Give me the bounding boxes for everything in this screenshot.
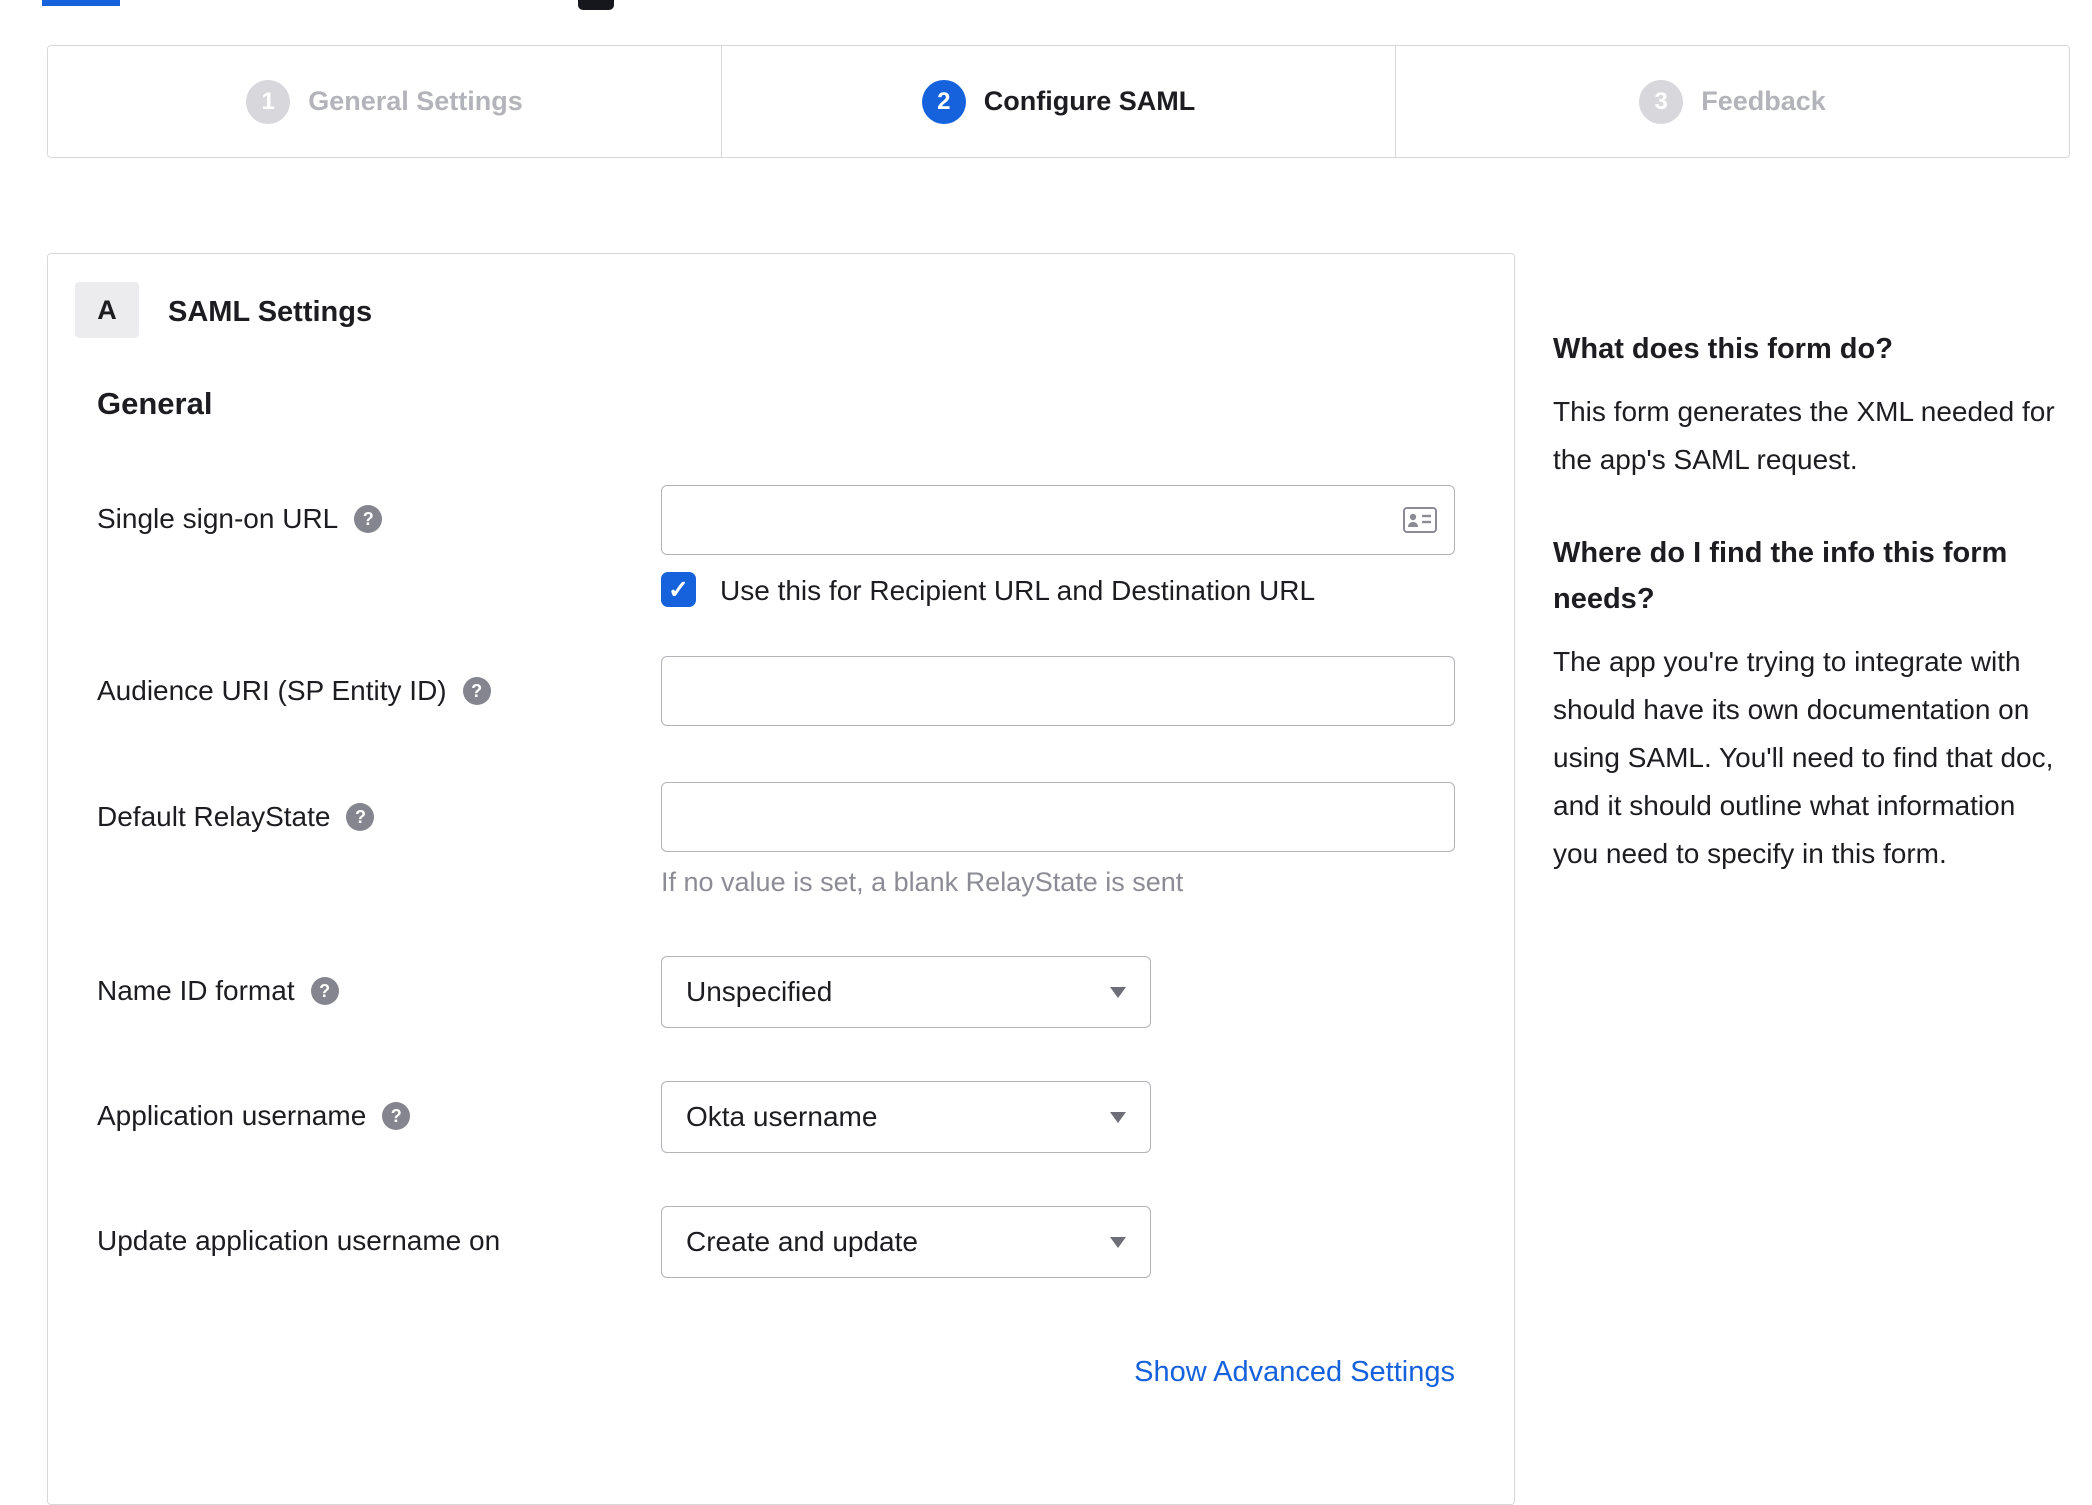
sidebar-body-what: This form generates the XML needed for t… bbox=[1553, 396, 2055, 475]
name-id-format-value: Unspecified bbox=[686, 976, 833, 1007]
chevron-down-icon bbox=[1110, 987, 1126, 998]
sidebar-heading-what: What does this form do? bbox=[1553, 333, 1893, 365]
name-id-format-label: Name ID format ? bbox=[97, 975, 339, 1007]
recipient-url-checkbox-label[interactable]: Use this for Recipient URL and Destinati… bbox=[720, 575, 1315, 607]
saml-settings-panel: A SAML Settings General Single sign-on U… bbox=[47, 253, 1515, 1505]
update-username-label: Update application username on bbox=[97, 1225, 500, 1257]
panel-title: SAML Settings bbox=[168, 296, 373, 328]
relay-state-hint: If no value is set, a blank RelayState i… bbox=[661, 867, 1184, 897]
audience-uri-input[interactable] bbox=[661, 656, 1455, 726]
update-username-value: Create and update bbox=[686, 1226, 918, 1257]
cropped-header-fragment bbox=[578, 0, 614, 10]
show-advanced-settings-link[interactable]: Show Advanced Settings bbox=[1134, 1356, 1455, 1389]
cropped-header-fragment bbox=[42, 0, 120, 6]
audience-uri-label-text: Audience URI (SP Entity ID) bbox=[97, 675, 447, 706]
help-sidebar: What does this form do? This form genera… bbox=[1553, 326, 2058, 924]
name-id-format-label-text: Name ID format bbox=[97, 975, 295, 1006]
sso-url-input-wrap bbox=[661, 485, 1455, 555]
general-section-title: General bbox=[97, 386, 213, 421]
sso-url-label-text: Single sign-on URL bbox=[97, 503, 339, 534]
step-number-badge: 2 bbox=[921, 79, 966, 124]
application-username-label: Application username ? bbox=[97, 1100, 411, 1132]
help-icon[interactable]: ? bbox=[310, 977, 339, 1005]
chevron-down-icon bbox=[1110, 1112, 1126, 1123]
relay-state-input[interactable] bbox=[661, 782, 1455, 852]
insert-variable-icon[interactable] bbox=[1403, 507, 1437, 533]
step-number-badge: 3 bbox=[1639, 79, 1684, 124]
recipient-url-checkbox[interactable]: ✓ bbox=[661, 572, 696, 607]
relay-state-input-wrap bbox=[661, 782, 1455, 852]
update-username-label-text: Update application username on bbox=[97, 1225, 501, 1256]
help-icon[interactable]: ? bbox=[354, 505, 383, 533]
checkmark-icon: ✓ bbox=[668, 575, 689, 604]
step-general-settings[interactable]: 1 General Settings bbox=[48, 46, 721, 157]
step-label: General Settings bbox=[308, 86, 523, 116]
update-username-select[interactable]: Create and update bbox=[661, 1206, 1151, 1278]
wizard-stepper: 1 General Settings 2 Configure SAML 3 Fe… bbox=[47, 45, 2070, 158]
application-username-select[interactable]: Okta username bbox=[661, 1081, 1151, 1153]
sso-url-input[interactable] bbox=[661, 485, 1455, 555]
relay-state-label: Default RelayState ? bbox=[97, 801, 375, 833]
step-label: Configure SAML bbox=[983, 86, 1196, 116]
step-label: Feedback bbox=[1701, 86, 1826, 116]
audience-uri-input-wrap bbox=[661, 656, 1455, 726]
application-username-label-text: Application username bbox=[97, 1100, 367, 1131]
chevron-down-icon bbox=[1110, 1237, 1126, 1248]
application-username-value: Okta username bbox=[686, 1101, 878, 1132]
step-feedback[interactable]: 3 Feedback bbox=[1395, 46, 2069, 157]
sidebar-heading-where: Where do I find the info this form needs… bbox=[1553, 537, 2008, 615]
step-configure-saml[interactable]: 2 Configure SAML bbox=[721, 46, 1395, 157]
help-icon[interactable]: ? bbox=[462, 677, 491, 705]
sidebar-body-where: The app you're trying to integrate with … bbox=[1553, 646, 2054, 869]
sso-url-label: Single sign-on URL ? bbox=[97, 503, 383, 535]
audience-uri-label: Audience URI (SP Entity ID) ? bbox=[97, 675, 491, 707]
help-icon[interactable]: ? bbox=[346, 803, 375, 831]
help-icon[interactable]: ? bbox=[382, 1102, 411, 1130]
relay-state-label-text: Default RelayState bbox=[97, 801, 331, 832]
name-id-format-select[interactable]: Unspecified bbox=[661, 956, 1151, 1028]
section-a-badge: A bbox=[75, 282, 139, 338]
step-number-badge: 1 bbox=[246, 79, 291, 124]
